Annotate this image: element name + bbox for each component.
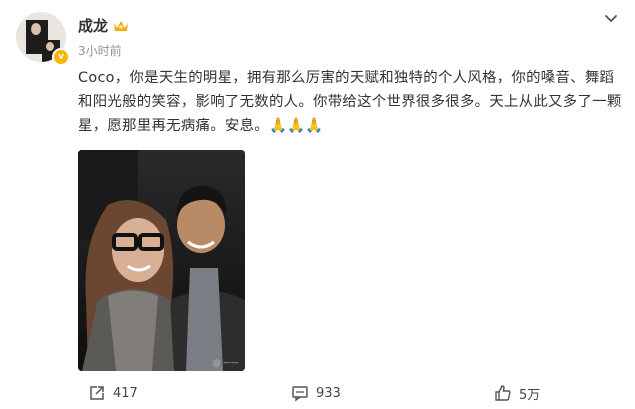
thumbs-up-icon	[495, 385, 511, 401]
verified-badge: v	[52, 48, 70, 66]
comment-count: 933	[316, 385, 341, 401]
author-name-row: 成龙	[78, 15, 129, 36]
photo-watermark: @ ——	[212, 358, 239, 367]
share-button[interactable]: 417	[88, 382, 138, 404]
like-count: 5万	[519, 387, 541, 403]
post-content: Coco，你是天生的明星，拥有那么厉害的天赋和独特的个人风格，你的嗓音、舞蹈和阳…	[78, 70, 622, 134]
post-photo[interactable]: @ ——	[78, 150, 245, 371]
share-icon	[90, 386, 104, 400]
comment-icon	[292, 386, 308, 402]
action-bar: 417 933 5万	[0, 378, 635, 409]
chevron-down-icon[interactable]	[601, 8, 621, 28]
share-count: 417	[113, 385, 138, 401]
crown-icon	[113, 19, 129, 33]
author-name[interactable]: 成龙	[78, 15, 108, 36]
post-time[interactable]: 3小时前	[78, 42, 122, 59]
comment-button[interactable]: 933	[291, 382, 341, 404]
like-button[interactable]: 5万	[494, 382, 540, 404]
